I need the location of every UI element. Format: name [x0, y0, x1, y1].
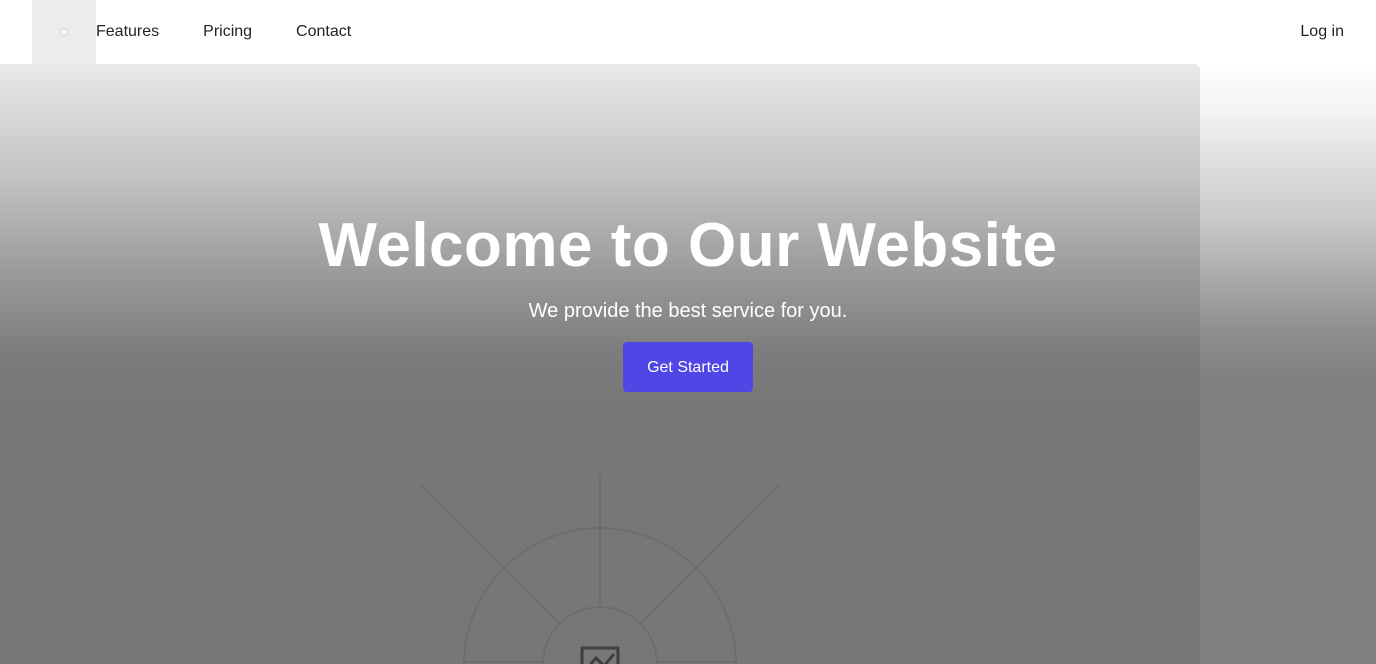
nav-link-features[interactable]: Features	[96, 0, 159, 64]
login-link[interactable]: Log in	[1300, 0, 1344, 64]
logo-placeholder-icon	[60, 28, 68, 36]
top-navbar: Features Pricing Contact Log in	[0, 0, 1376, 64]
get-started-button[interactable]: Get Started	[623, 342, 753, 392]
nav-link-pricing[interactable]: Pricing	[203, 0, 252, 64]
image-placeholder-icon	[419, 474, 781, 664]
hero-title: Welcome to Our Website	[318, 211, 1058, 280]
logo[interactable]	[32, 0, 96, 64]
hero-subtitle: We provide the best service for you.	[528, 300, 848, 322]
landing-page: Features Pricing Contact Log in Welcome …	[0, 0, 1376, 664]
hero-content: Welcome to Our Website We provide the be…	[0, 210, 1376, 392]
nav-link-contact[interactable]: Contact	[296, 0, 351, 64]
main-nav: Features Pricing Contact	[96, 0, 395, 64]
